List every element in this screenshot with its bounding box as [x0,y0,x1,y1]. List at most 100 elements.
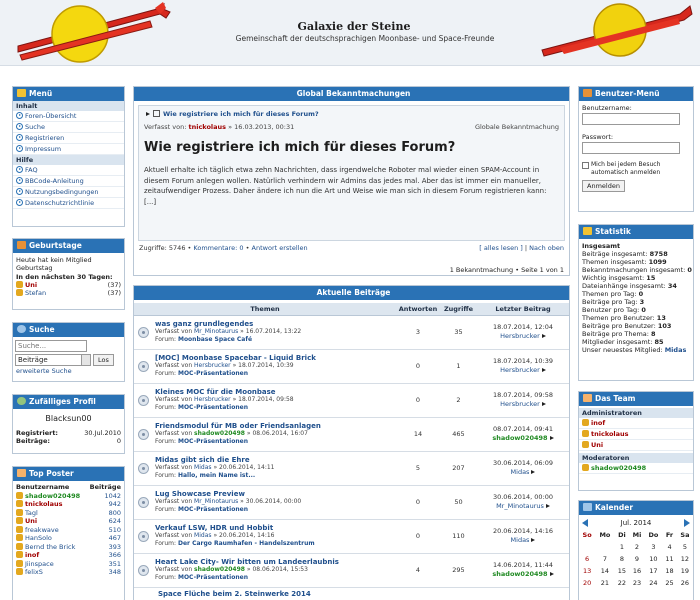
calendar-day[interactable] [579,541,595,553]
topic-author-link[interactable]: shadow020498 [194,430,245,437]
calendar-day[interactable]: 12 [677,553,693,565]
topic-forum-link[interactable]: MOC-Präsentationen [178,574,248,581]
go-to-post-icon[interactable] [541,368,546,372]
to-top-link[interactable]: Nach oben [529,244,564,252]
calendar-day[interactable]: 21 [595,577,614,589]
topic-title-link[interactable]: Friendsmodul für MB oder Friendsanlagen [155,422,321,430]
menu-item-faq[interactable]: FAQ [13,165,124,176]
calendar-day[interactable]: 20 [579,577,595,589]
calendar-day[interactable]: 19 [677,565,693,577]
menu-item-forum-index[interactable]: Foren-Übersicht [13,111,124,122]
go-to-post-icon[interactable] [545,504,550,508]
topic-title-link[interactable]: Midas gibt sich die Ehre [155,456,274,464]
calendar-day[interactable]: 1 [615,541,630,553]
top-poster-name[interactable]: Tagl [25,509,38,517]
topic-author-link[interactable]: Mr_Minotaurus [194,498,238,505]
menu-item-register[interactable]: Registrieren [13,133,124,144]
topic-forum-link[interactable]: MOC-Präsentationen [178,506,248,513]
topic-title-link[interactable]: Heart Lake City- Wir bitten um Landeerla… [155,558,339,566]
topic-author-link[interactable]: Midas [194,464,211,471]
top-poster-name[interactable]: HanSolo [25,534,52,542]
calendar-day[interactable]: 2 [629,541,644,553]
calendar-day[interactable]: 6 [579,553,595,565]
planet-logo-left[interactable] [0,0,190,66]
top-poster-name[interactable]: Bernd the Brick [25,543,75,551]
calendar-day[interactable]: 18 [662,565,677,577]
calendar-day[interactable]: 16 [629,565,644,577]
menu-item-privacy[interactable]: Datenschutzrichtlinie [13,198,124,209]
calendar-day[interactable]: 3 [645,541,663,553]
announcement-author[interactable]: tnickolaus [188,123,226,131]
topic-forum-link[interactable]: Hallo, mein Name ist... [178,472,255,479]
team-admin[interactable]: Uni [579,440,693,451]
advanced-search-link[interactable]: erweiterte Suche [13,366,124,376]
menu-item-search[interactable]: Suche [13,122,124,133]
calendar-day[interactable]: 4 [662,541,677,553]
topic-author-link[interactable]: shadow020498 [194,566,245,573]
topic-title-link[interactable]: Kleines MOC für die Moonbase [155,388,294,396]
team-admin[interactable]: inof [579,418,693,429]
topic-title-link[interactable]: Verkauf LSW, HDR und Hobbit [155,524,315,532]
go-to-post-icon[interactable] [541,402,546,406]
topic-title-link[interactable]: was ganz grundlegendes [155,320,301,328]
calendar-day[interactable]: 9 [629,553,644,565]
topic-forum-link[interactable]: MOC-Präsentationen [178,438,248,445]
team-admin[interactable]: tnickolaus [579,429,693,440]
topic-forum-link[interactable]: MOC-Präsentationen [178,404,248,411]
last-post-user-link[interactable]: Midas [511,536,530,544]
calendar-day[interactable]: 7 [595,553,614,565]
go-to-post-icon[interactable] [531,538,536,542]
calendar-day[interactable]: 23 [629,577,644,589]
menu-item-imprint[interactable]: Impressum [13,144,124,155]
birthday-user-stefan[interactable]: Stefan [25,289,46,297]
top-poster-name[interactable]: felixS [25,568,43,576]
stat-value[interactable]: Midas [665,346,687,354]
calendar-day[interactable]: 17 [645,565,663,577]
read-all-link[interactable]: [ alles lesen ] [479,244,523,252]
search-scope-select[interactable]: Beiträge [15,354,91,366]
go-to-post-icon[interactable] [541,334,546,338]
calendar-day[interactable]: 10 [645,553,663,565]
calendar-prev-icon[interactable] [582,519,588,527]
calendar-day[interactable]: 25 [662,577,677,589]
announcement-topic-link[interactable]: Wie registriere ich mich für dieses Foru… [163,110,319,118]
menu-item-terms[interactable]: Nutzungsbedingungen [13,187,124,198]
top-poster-name[interactable]: Jiinspace [25,560,54,568]
go-to-post-icon[interactable] [549,436,554,440]
random-profile-name[interactable]: Blacksun00 [13,409,124,429]
calendar-day[interactable]: 5 [677,541,693,553]
password-input[interactable] [582,142,680,154]
last-post-user-link[interactable]: Hersbrucker [500,400,540,408]
topic-author-link[interactable]: Hersbrucker [194,396,231,403]
calendar-next-icon[interactable] [684,519,690,527]
topic-title-link[interactable]: Lug Showcase Preview [155,490,301,498]
top-poster-name[interactable]: shadow020498 [25,492,80,500]
top-poster-name[interactable]: freakwave [25,526,59,534]
calendar-day[interactable]: 15 [615,565,630,577]
topic-author-link[interactable]: Hersbrucker [194,362,231,369]
calendar-day[interactable]: 8 [615,553,630,565]
calendar-day[interactable]: 11 [662,553,677,565]
last-post-user-link[interactable]: shadow020498 [492,570,547,578]
team-mod[interactable]: shadow020498 [579,463,693,474]
login-button[interactable]: Anmelden [582,180,625,192]
top-poster-name[interactable]: tnickolaus [25,500,63,508]
remember-checkbox[interactable] [582,162,589,169]
last-post-user-link[interactable]: Hersbrucker [500,332,540,340]
go-to-post-icon[interactable] [531,470,536,474]
topic-author-link[interactable]: Mr_Minotaurus [194,328,238,335]
calendar-day[interactable]: 26 [677,577,693,589]
birthday-user-uni[interactable]: Uni [25,281,37,289]
menu-item-bbcode[interactable]: BBCode-Anleitung [13,176,124,187]
last-post-user-link[interactable]: Mr_Minotaurus [496,502,544,510]
top-poster-name[interactable]: Uni [25,517,37,525]
reply-link[interactable]: Antwort erstellen [252,244,308,252]
calendar-day[interactable] [595,541,614,553]
username-input[interactable] [582,113,680,125]
calendar-day[interactable]: 14 [595,565,614,577]
latest-partial-row[interactable]: Space Flüche beim 2. Steinwerke 2014 [134,588,569,598]
comments-link[interactable]: Kommentare: 0 [193,244,243,252]
calendar-day[interactable]: 13 [579,565,595,577]
topic-forum-link[interactable]: Moonbase Space Café [178,336,252,343]
calendar-day[interactable]: 24 [645,577,663,589]
